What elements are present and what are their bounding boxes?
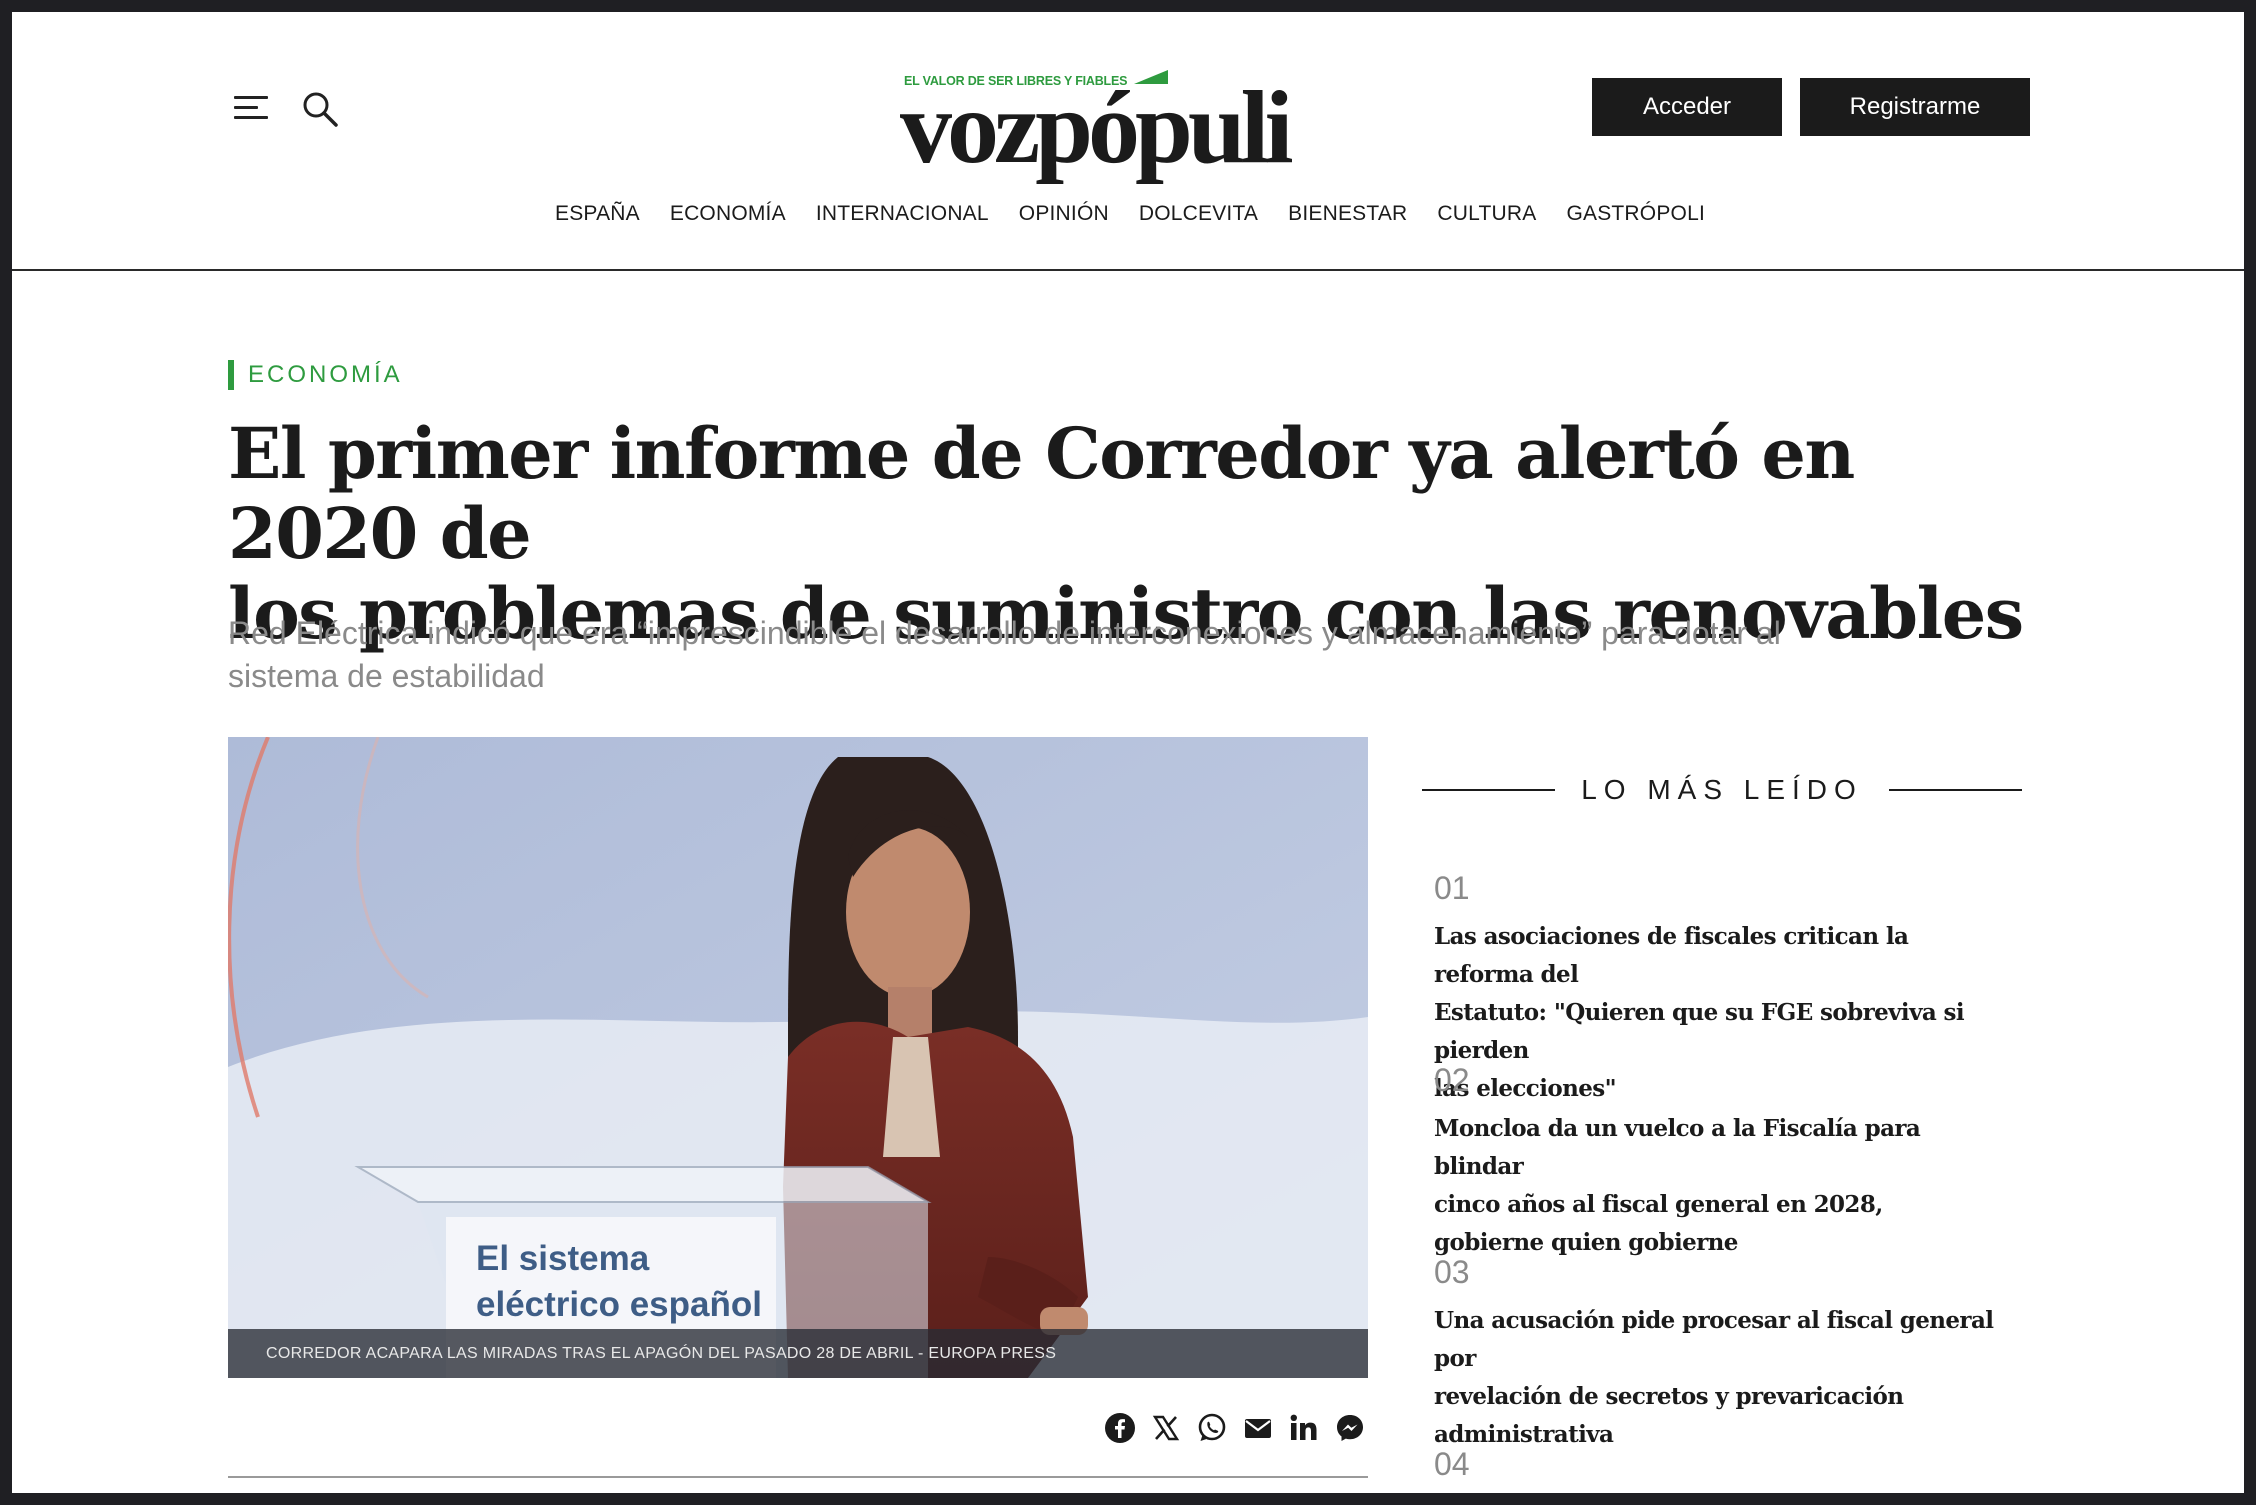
section-tag-bar [228,360,234,390]
nav-item-internacional[interactable]: INTERNACIONAL [816,202,989,226]
nav-item-dolcevita[interactable]: DOLCEVITA [1139,202,1258,226]
section-tag-label: ECONOMÍA [248,361,403,388]
article-photo[interactable]: El sistema eléctrico español CORREDOR AC… [228,737,1368,1378]
register-button[interactable]: Registrarme [1800,78,2030,136]
hamburger-menu-icon[interactable] [234,92,272,124]
subtitle-line-2: sistema de estabilidad [228,658,545,694]
search-icon[interactable] [299,88,343,132]
most-read-item[interactable]: 03 Una acusación pide procesar al fiscal… [1434,1254,2014,1454]
most-read-line: revelación de secretos y prevaricación [1434,1383,1904,1410]
most-read-item[interactable]: 04 [1434,1446,2014,1482]
podium-sign-line-1: El sistema [476,1239,650,1278]
most-read-rule-left [1422,789,1556,791]
headline-line-1: El primer informe de Corredor ya alertó … [228,412,1855,575]
photo-caption: CORREDOR ACAPARA LAS MIRADAS TRAS EL APA… [228,1329,1368,1378]
photo-illustration [228,737,1368,1378]
nav-item-economia[interactable]: ECONOMÍA [670,202,786,226]
nav-item-espana[interactable]: ESPAÑA [555,202,640,226]
section-tag[interactable]: ECONOMÍA [228,360,403,390]
most-read-line: Las asociaciones de fiscales critican la… [1434,923,1909,988]
share-bar [1102,1408,1368,1448]
browser-viewport: EL VALOR DE SER LIBRES Y FIABLES vozpópu… [12,12,2244,1493]
nav-item-opinion[interactable]: OPINIÓN [1019,202,1109,226]
email-icon[interactable] [1240,1410,1276,1446]
most-read-number: 01 [1434,870,1470,906]
subtitle-line-1: Red Eléctrica indicó que era “imprescind… [228,615,1781,651]
whatsapp-icon[interactable] [1194,1410,1230,1446]
site-logo[interactable]: EL VALOR DE SER LIBRES Y FIABLES vozpópu… [900,58,1362,180]
most-read-number: 02 [1434,1062,1470,1098]
most-read-line: Moncloa da un vuelco a la Fiscalía para … [1434,1115,1921,1180]
facebook-icon[interactable] [1102,1410,1138,1446]
article-divider [228,1476,1368,1478]
most-read-line: cinco años al fiscal general en 2028, [1434,1191,1883,1218]
most-read-rule-right [1888,789,2022,791]
login-button[interactable]: Acceder [1592,78,1782,136]
most-read-line: Estatuto: "Quieren que su FGE sobreviva … [1434,999,1965,1064]
nav-item-cultura[interactable]: CULTURA [1437,202,1536,226]
logo-wordmark: vozpópuli [900,70,1293,185]
most-read-item[interactable]: 02 Moncloa da un vuelco a la Fiscalía pa… [1434,1062,2014,1262]
messenger-icon[interactable] [1332,1410,1368,1446]
most-read-line: Una acusación pide procesar al fiscal ge… [1434,1307,1994,1372]
x-icon[interactable] [1148,1410,1184,1446]
article-subtitle: Red Eléctrica indicó que era “imprescind… [228,612,2008,698]
main-nav: ESPAÑA ECONOMÍA INTERNACIONAL OPINIÓN DO… [12,202,2244,226]
nav-item-gastropoli[interactable]: GASTRÓPOLI [1566,202,1705,226]
most-read-number: 03 [1434,1254,1470,1290]
most-read-link[interactable]: Moncloa da un vuelco a la Fiscalía para … [1434,1110,2014,1262]
most-read-title: LO MÁS LEÍDO [1581,774,1863,805]
most-read-link[interactable]: Una acusación pide procesar al fiscal ge… [1434,1302,2014,1454]
nav-item-bienestar[interactable]: BIENESTAR [1288,202,1407,226]
linkedin-icon[interactable] [1286,1410,1322,1446]
most-read-line: administrativa [1434,1421,1614,1448]
most-read-line: gobierne quien gobierne [1434,1229,1738,1256]
site-header: EL VALOR DE SER LIBRES Y FIABLES vozpópu… [12,12,2244,271]
most-read-number: 04 [1434,1446,1470,1482]
podium-sign-line-2: eléctrico español [476,1285,762,1324]
most-read-header: LO MÁS LEÍDO [1422,772,2022,808]
